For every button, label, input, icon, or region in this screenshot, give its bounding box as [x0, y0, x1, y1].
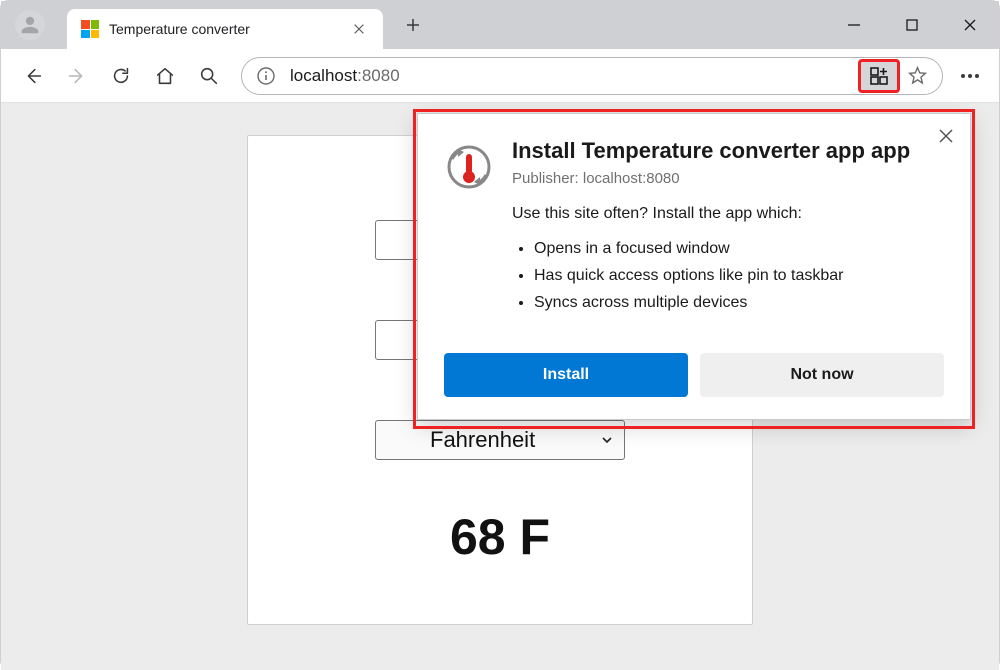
site-info-icon[interactable] — [256, 66, 276, 86]
profile-button[interactable] — [15, 10, 45, 40]
popup-benefits-list: Opens in a focused window Has quick acce… — [512, 235, 944, 317]
unit-select[interactable]: Fahrenheit — [375, 420, 625, 460]
refresh-icon — [110, 65, 132, 87]
star-icon — [907, 65, 928, 86]
not-now-button-label: Not now — [790, 366, 853, 384]
url-text: localhost:8080 — [290, 66, 400, 86]
browser-toolbar: localhost:8080 — [1, 49, 999, 103]
new-tab-button[interactable] — [401, 13, 425, 37]
microsoft-favicon-icon — [81, 20, 99, 38]
close-icon — [963, 18, 977, 32]
chevron-down-icon — [600, 433, 614, 447]
titlebar: Temperature converter — [1, 1, 999, 49]
arrow-left-icon — [22, 65, 44, 87]
tab-search-button[interactable] — [187, 56, 231, 96]
app-logo-icon — [444, 142, 494, 192]
address-bar[interactable]: localhost:8080 — [241, 57, 943, 95]
popup-benefit-item: Syncs across multiple devices — [534, 289, 944, 316]
favorite-button[interactable] — [898, 65, 936, 86]
minimize-button[interactable] — [825, 1, 883, 49]
minimize-icon — [847, 18, 861, 32]
forward-button[interactable] — [55, 56, 99, 96]
popup-title: Install Temperature converter app app — [512, 138, 944, 164]
search-icon — [198, 65, 220, 87]
close-window-button[interactable] — [941, 1, 999, 49]
tab-close-button[interactable] — [349, 19, 369, 39]
conversion-result: 68 F — [276, 508, 724, 566]
settings-menu-button[interactable] — [951, 74, 989, 78]
close-icon — [938, 128, 954, 144]
install-app-button[interactable] — [860, 61, 898, 91]
home-icon — [154, 65, 176, 87]
refresh-button[interactable] — [99, 56, 143, 96]
app-install-icon — [869, 66, 889, 86]
home-button[interactable] — [143, 56, 187, 96]
url-port: :8080 — [357, 66, 400, 85]
popup-benefit-item: Has quick access options like pin to tas… — [534, 262, 944, 289]
window-controls — [825, 1, 999, 49]
dots-icon — [961, 74, 965, 78]
popup-subhead: Use this site often? Install the app whi… — [512, 205, 944, 223]
install-button-label: Install — [543, 366, 589, 384]
not-now-button[interactable]: Not now — [700, 353, 944, 397]
tab-title: Temperature converter — [109, 21, 349, 37]
maximize-button[interactable] — [883, 1, 941, 49]
arrow-right-icon — [66, 65, 88, 87]
close-icon — [352, 22, 366, 36]
unit-select-value: Fahrenheit — [430, 427, 535, 453]
install-button[interactable]: Install — [444, 353, 688, 397]
popup-publisher: Publisher: localhost:8080 — [512, 170, 944, 187]
install-app-popup: Install Temperature converter app app Pu… — [417, 113, 971, 420]
browser-tab[interactable]: Temperature converter — [67, 9, 383, 49]
person-icon — [19, 14, 41, 36]
maximize-icon — [905, 18, 919, 32]
plus-icon — [405, 17, 421, 33]
url-host: localhost — [290, 66, 357, 85]
popup-benefit-item: Opens in a focused window — [534, 235, 944, 262]
back-button[interactable] — [11, 56, 55, 96]
popup-close-button[interactable] — [936, 126, 956, 146]
